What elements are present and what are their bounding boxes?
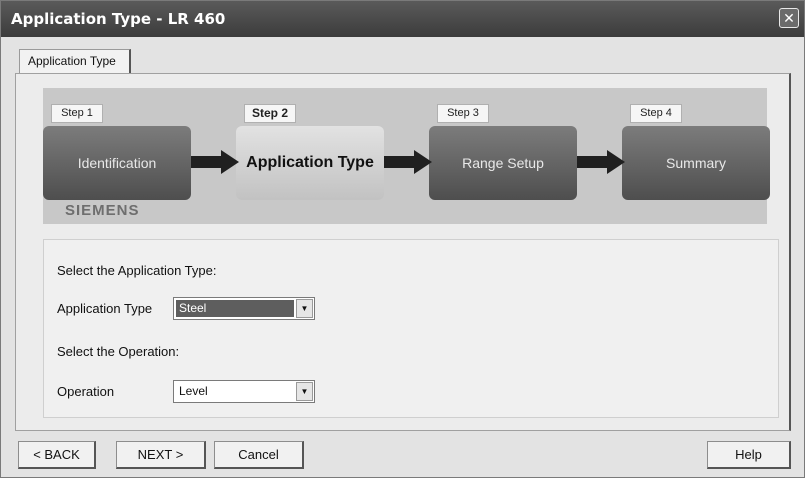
chevron-down-icon[interactable]: ▼ — [296, 299, 313, 318]
tab-label: Application Type — [28, 54, 116, 68]
step-3-name: Range Setup — [462, 155, 544, 171]
close-button[interactable]: ✕ — [779, 8, 799, 28]
step-3-range-setup: Range Setup — [429, 126, 577, 200]
application-type-value: Steel — [176, 300, 294, 317]
step-2-application-type: Application Type — [236, 126, 384, 200]
arrow-right-icon — [577, 156, 607, 168]
application-type-select[interactable]: Steel ▼ — [173, 297, 315, 320]
operation-prompt: Select the Operation: — [57, 344, 180, 359]
arrow-head-icon — [414, 150, 432, 174]
operation-value: Level — [179, 384, 208, 398]
chevron-down-icon[interactable]: ▼ — [296, 382, 313, 401]
close-icon: ✕ — [783, 10, 795, 26]
tab-application-type[interactable]: Application Type — [19, 49, 131, 73]
step-3-number-label: Step 3 — [437, 104, 489, 123]
arrow-head-icon — [221, 150, 239, 174]
operation-select[interactable]: Level ▼ — [173, 380, 315, 403]
arrow-right-icon — [384, 156, 414, 168]
step-2-name: Application Type — [246, 154, 374, 171]
arrow-right-icon — [191, 156, 221, 168]
operation-label: Operation — [57, 384, 115, 399]
tab-panel: Step 1 Step 2 Step 3 Step 4 Identificati… — [15, 73, 791, 431]
help-button[interactable]: Help — [707, 441, 791, 469]
application-type-label: Application Type — [57, 301, 153, 316]
step-1-name: Identification — [77, 155, 157, 171]
step-4-summary: Summary — [622, 126, 770, 200]
cancel-button[interactable]: Cancel — [214, 441, 304, 469]
step-1-identification: Identification — [43, 126, 191, 200]
siemens-logo: SIEMENS — [65, 202, 140, 219]
step-2-number-label: Step 2 — [244, 104, 296, 123]
dialog-window: Application Type - LR 460 ✕ Application … — [0, 0, 805, 478]
step-1-number-label: Step 1 — [51, 104, 103, 123]
step-4-number-label: Step 4 — [630, 104, 682, 123]
application-type-prompt: Select the Application Type: — [57, 263, 217, 278]
next-button[interactable]: NEXT > — [116, 441, 206, 469]
title-bar[interactable]: Application Type - LR 460 ✕ — [1, 1, 804, 37]
application-form: Select the Application Type: Application… — [43, 239, 779, 418]
arrow-head-icon — [607, 150, 625, 174]
step-4-name: Summary — [666, 155, 726, 171]
window-title: Application Type - LR 460 — [11, 10, 226, 28]
back-button[interactable]: < BACK — [18, 441, 96, 469]
wizard-steps-banner: Step 1 Step 2 Step 3 Step 4 Identificati… — [43, 88, 770, 224]
